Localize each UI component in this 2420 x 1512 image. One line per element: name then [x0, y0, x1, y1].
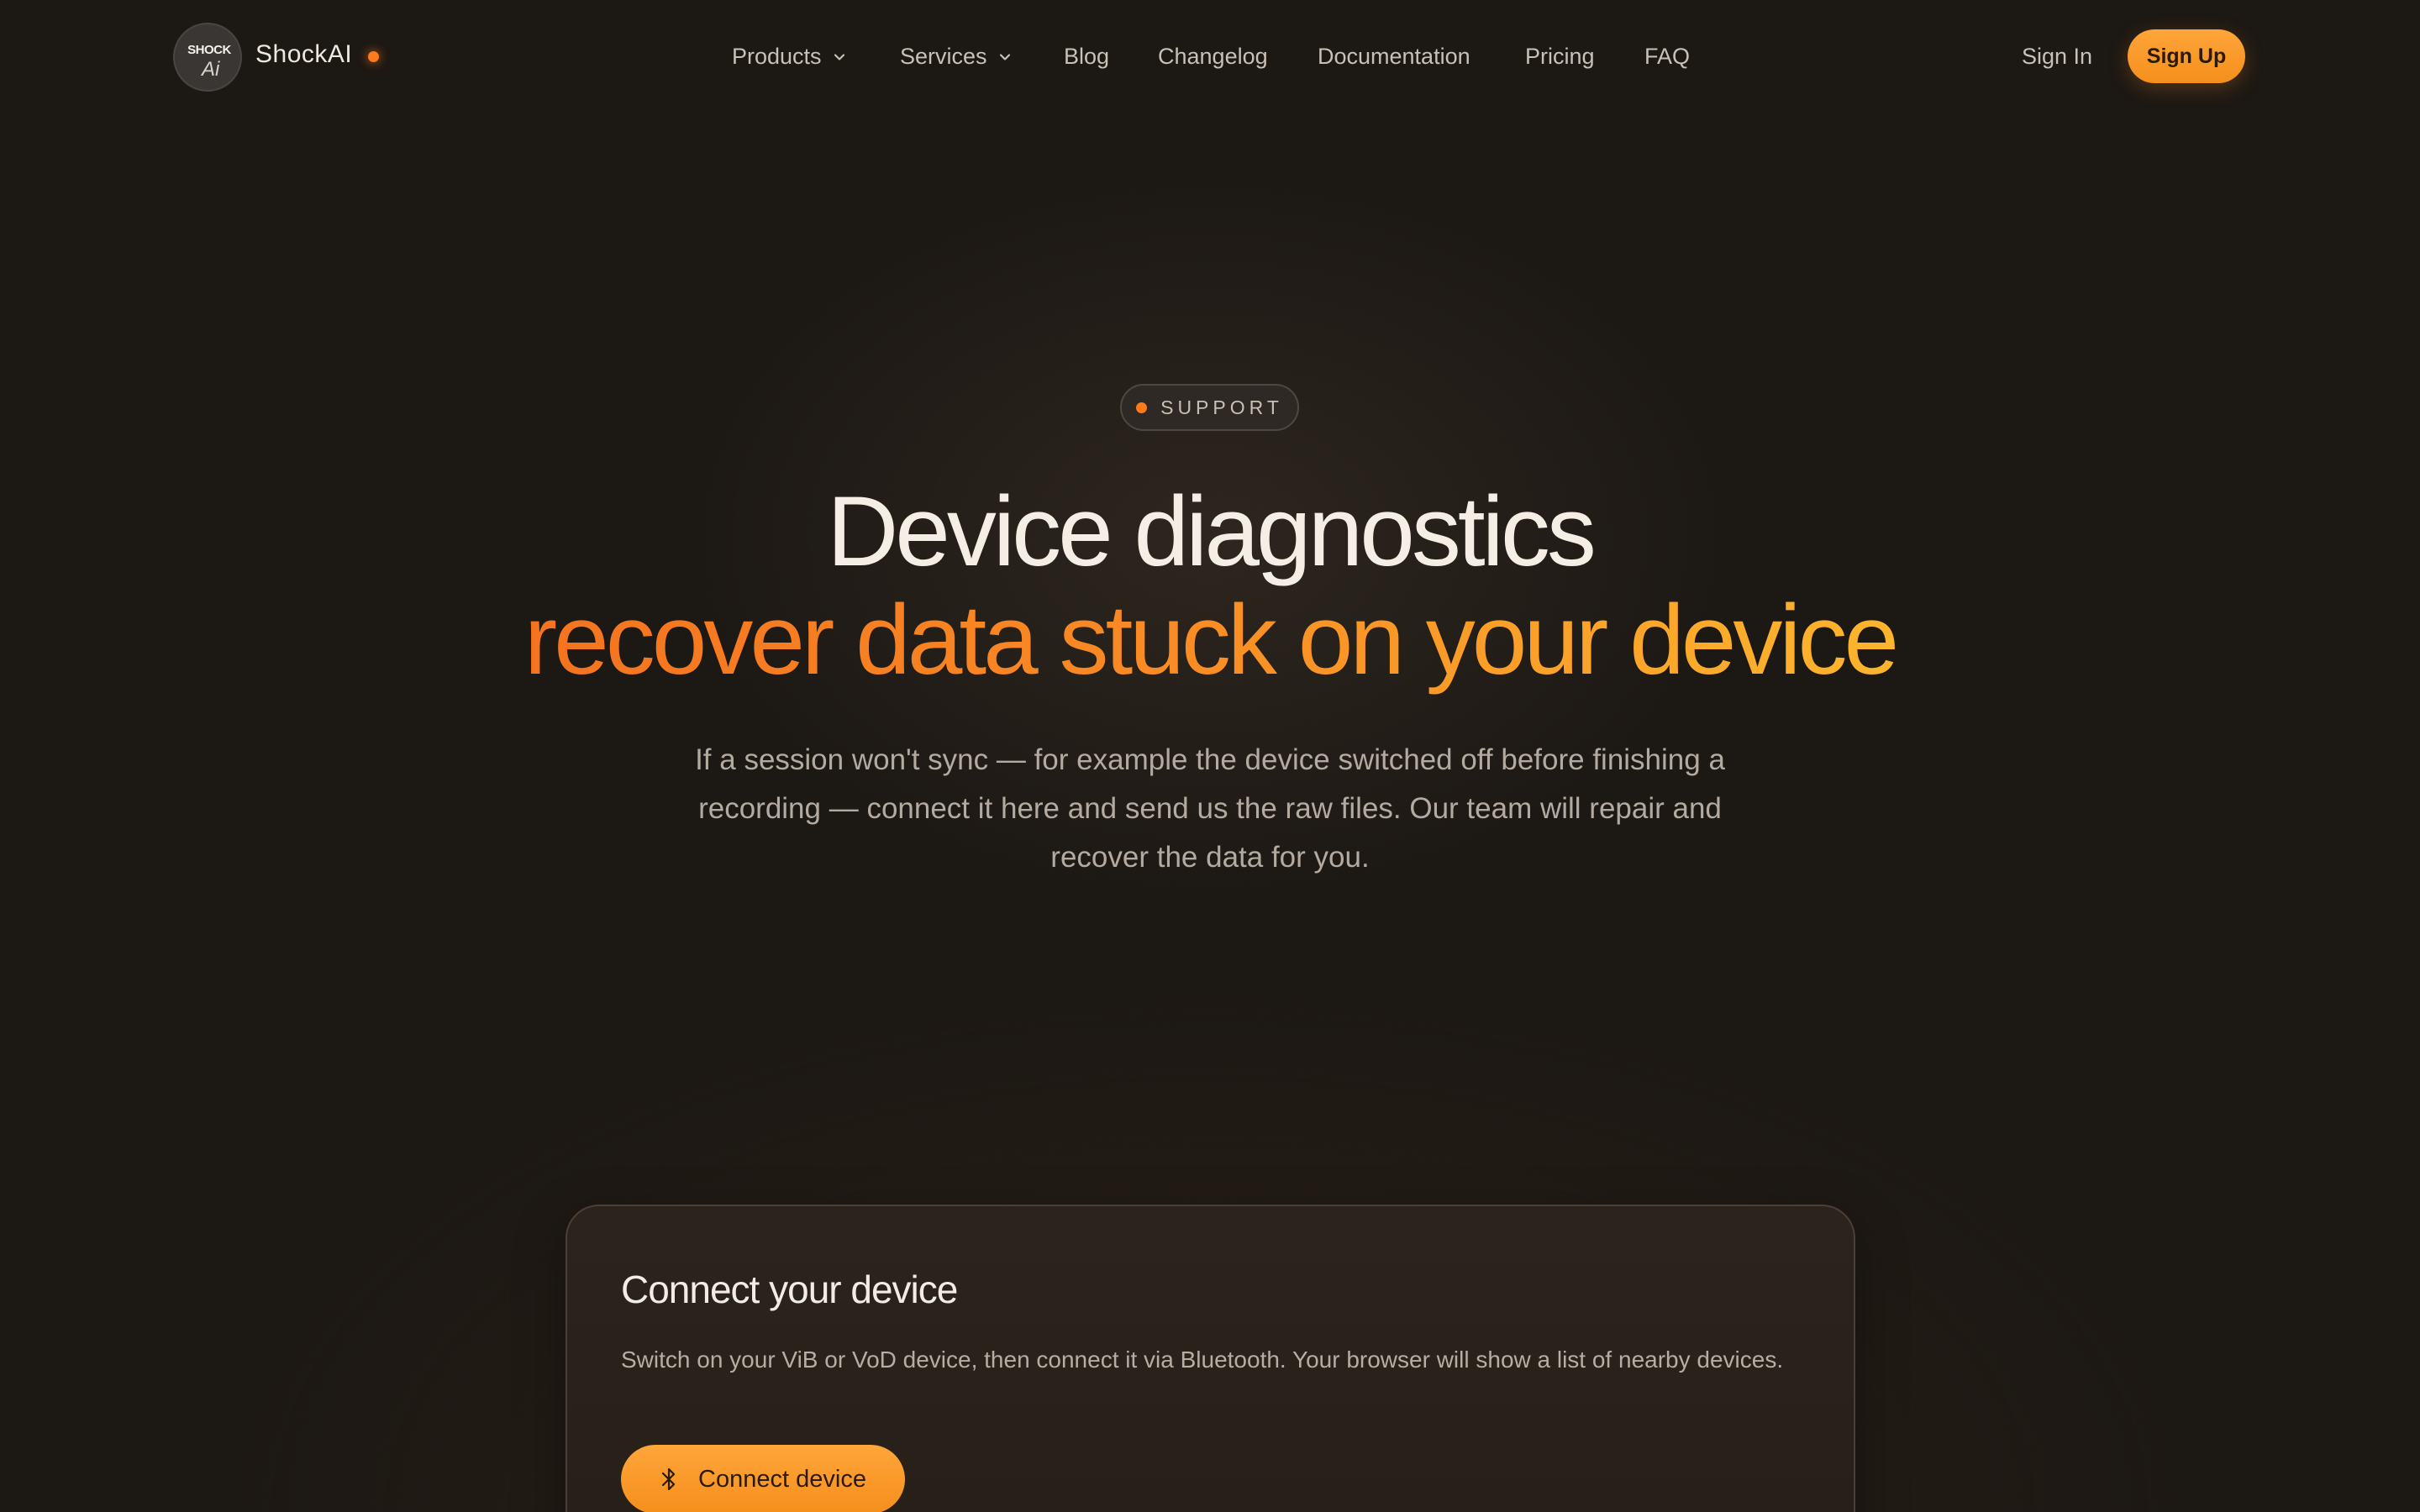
- logo-ai-mark: Ai: [202, 58, 220, 81]
- nav-item-services[interactable]: Services: [900, 44, 1013, 70]
- nav-item-label: Blog: [1064, 44, 1110, 69]
- badge-dot-icon: [1136, 402, 1148, 413]
- section-badge: SUPPORT: [1120, 384, 1299, 431]
- nav-item-label: Documentation: [1318, 44, 1470, 69]
- status-dot-icon: [368, 51, 379, 62]
- page-subtitle-text: recover data stuck on your device: [523, 585, 1899, 696]
- badge-label: SUPPORT: [1160, 396, 1283, 418]
- nav-item-documentation[interactable]: Documentation: [1318, 44, 1470, 70]
- brand-name[interactable]: ShockAI: [255, 40, 352, 69]
- nav-item-changelog[interactable]: Changelog: [1158, 44, 1268, 70]
- page-subtitle: recover data stuck on your device: [0, 584, 2420, 696]
- sign-in-link[interactable]: Sign In: [2022, 44, 2092, 70]
- nav-item-label: Changelog: [1158, 44, 1268, 69]
- nav-item-label: Products: [732, 44, 822, 69]
- top-nav: SHOCK Ai ShockAI Products Services Blog …: [0, 0, 2420, 118]
- nav-item-pricing[interactable]: Pricing: [1525, 44, 1595, 70]
- brand-logo[interactable]: SHOCK Ai: [173, 23, 242, 92]
- nav-item-label: Pricing: [1525, 44, 1595, 69]
- chevron-down-icon: [999, 53, 1010, 60]
- connect-device-button[interactable]: Connect device: [621, 1445, 905, 1512]
- nav-item-label: FAQ: [1644, 44, 1691, 69]
- nav-item-label: Services: [900, 44, 987, 69]
- nav-item-blog[interactable]: Blog: [1064, 44, 1109, 70]
- chevron-down-icon: [834, 53, 844, 60]
- nav-item-products[interactable]: Products: [732, 44, 847, 70]
- sign-up-button[interactable]: Sign Up: [2128, 29, 2245, 83]
- page-title: Device diagnostics: [827, 476, 1597, 587]
- card-title: Connect your device: [621, 1268, 958, 1311]
- nav-item-faq[interactable]: FAQ: [1644, 44, 1690, 70]
- hero-description: If a session won't sync — for example th…: [695, 743, 1725, 874]
- card-description: Switch on your ViB or VoD device, then c…: [621, 1347, 1784, 1373]
- connect-device-label: Connect device: [698, 1465, 866, 1493]
- connect-device-card: Connect your device Switch on your ViB o…: [566, 1205, 1855, 1512]
- bluetooth-icon: [661, 1467, 676, 1491]
- logo-wordmark: SHOCK: [187, 43, 231, 57]
